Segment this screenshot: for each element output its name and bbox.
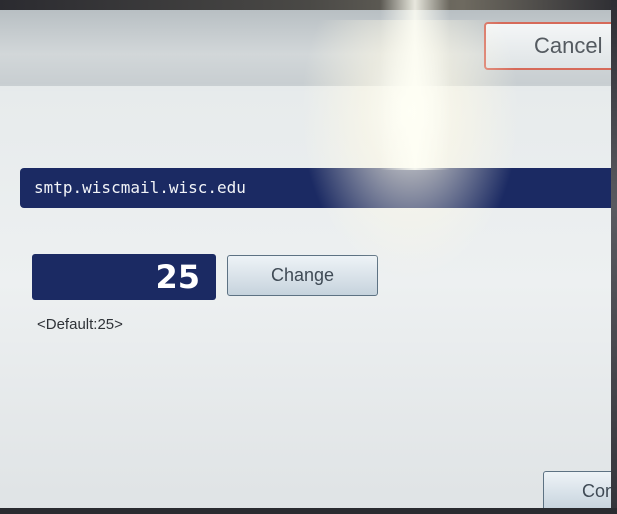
screen-bezel-right xyxy=(611,0,617,514)
change-button[interactable]: Change xyxy=(227,255,378,296)
cancel-button[interactable]: Cancel xyxy=(484,22,617,70)
panel-screen: Cancel smtp.wiscmail.wisc.edu 25 Change … xyxy=(0,0,617,514)
header-bar: Cancel xyxy=(0,10,617,85)
screen-bezel-bottom xyxy=(0,508,617,514)
confirm-button[interactable]: Con xyxy=(543,471,617,511)
default-port-label: <Default:25> xyxy=(37,316,123,333)
screen-bezel-top xyxy=(0,0,617,10)
header-divider xyxy=(0,84,617,86)
port-number-display: 25 xyxy=(32,254,216,300)
smtp-server-field[interactable]: smtp.wiscmail.wisc.edu xyxy=(20,168,617,208)
